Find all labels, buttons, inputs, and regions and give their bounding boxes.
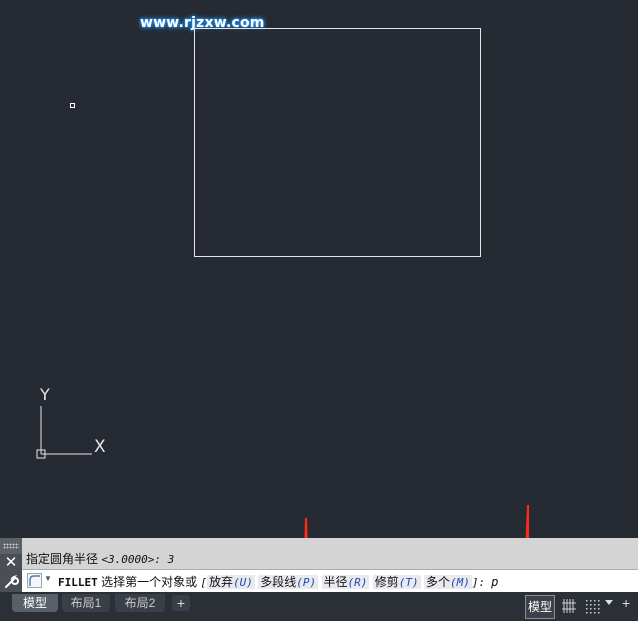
status-bar: 模型 布局1 布局2 + 模型 +	[0, 592, 638, 621]
option-key: (P)	[296, 576, 317, 589]
tab-layout1[interactable]: 布局1	[62, 594, 110, 612]
history-value: <3.0000>: 3	[101, 553, 175, 566]
ucs-x-label: X	[94, 437, 106, 457]
ucs-y-label: Y	[40, 385, 50, 404]
snap-grid-icon[interactable]	[583, 597, 601, 615]
option-label: 放弃	[209, 575, 234, 589]
model-space-button[interactable]: 模型	[525, 595, 555, 619]
option-label: 多个	[425, 575, 450, 589]
option-label: 半径	[323, 575, 348, 589]
tab-model[interactable]: 模型	[12, 594, 58, 612]
plus-icon[interactable]: +	[172, 595, 190, 611]
panel-grip[interactable]	[0, 538, 22, 554]
dropdown-icon[interactable]	[605, 600, 613, 605]
command-input-line[interactable]: ▼ FILLET 选择第一个对象或 [放弃(U) 多段线(P) 半径(R) 修剪…	[22, 569, 638, 592]
close-icon[interactable]: ✕	[0, 554, 22, 572]
option-trim[interactable]: 修剪(T)	[372, 575, 421, 589]
tab-layout2[interactable]: 布局2	[115, 594, 165, 612]
command-name: FILLET	[58, 576, 98, 589]
option-polyline[interactable]: 多段线(P)	[258, 575, 319, 589]
recent-commands-dropdown-icon[interactable]: ▼	[44, 574, 52, 583]
drawn-rectangle[interactable]	[194, 28, 481, 257]
option-undo[interactable]: 放弃(U)	[207, 575, 255, 589]
option-key: (M)	[450, 576, 470, 589]
option-multiple[interactable]: 多个(M)	[423, 575, 472, 589]
command-input-value[interactable]: p	[491, 575, 498, 589]
command-history: 指定圆角半径 <3.0000>: 3	[26, 550, 174, 567]
option-radius[interactable]: 半径(R)	[321, 575, 370, 589]
wrench-icon[interactable]	[0, 572, 22, 592]
option-key: (T)	[398, 576, 419, 589]
plus-icon[interactable]: +	[622, 595, 630, 611]
grid-icon[interactable]	[560, 597, 578, 615]
option-key: (U)	[233, 576, 253, 589]
option-label: 多段线	[260, 575, 297, 589]
bracket-close: ]:	[471, 576, 486, 589]
drawing-canvas[interactable]: www.rjzxw.com Y X	[0, 0, 638, 538]
command-line-panel: ✕ 指定圆角半径 <3.0000>: 3 ▼ FILLET 选择第一个对象或 […	[0, 538, 638, 592]
history-text: 指定圆角半径	[26, 552, 102, 566]
option-label: 修剪	[374, 575, 399, 589]
crosshair-pickbox	[70, 103, 75, 108]
command-prompt: 选择第一个对象或	[97, 575, 201, 589]
fillet-command-icon[interactable]	[27, 573, 42, 588]
option-key: (R)	[347, 576, 368, 589]
